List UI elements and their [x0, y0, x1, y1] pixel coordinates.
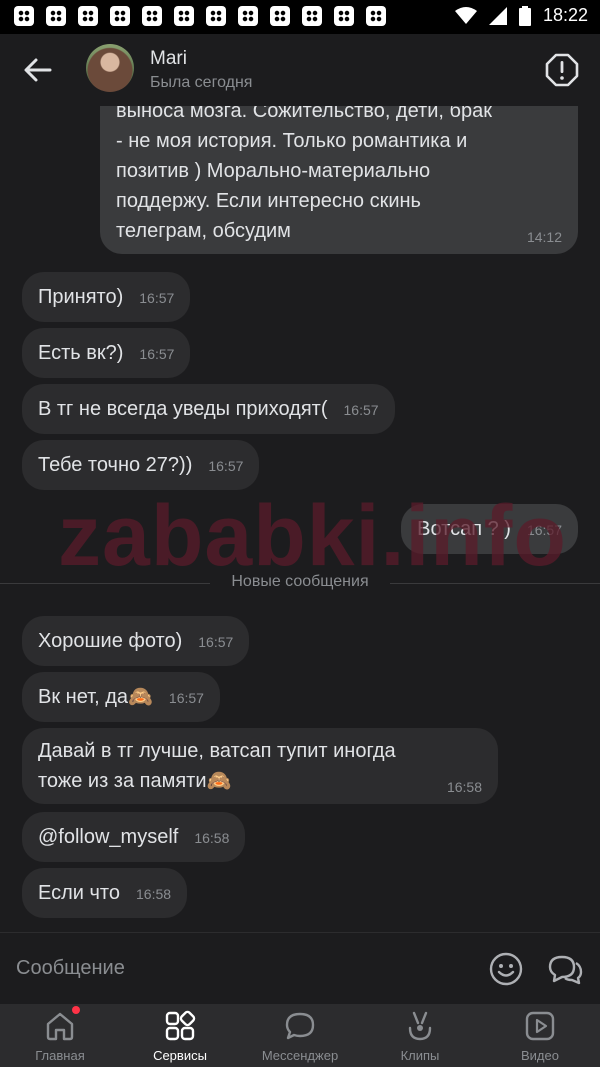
battery-icon — [518, 5, 531, 26]
notification-icon — [14, 6, 34, 26]
message-list[interactable]: выноса мозга. Сожительство, дети, брак -… — [0, 106, 600, 932]
contact-name[interactable]: Mari — [150, 48, 187, 70]
message-incoming[interactable]: В тг не всегда уведы приходят( 16:57 — [22, 384, 395, 434]
message-text: Вк нет, да🙈 — [38, 686, 153, 708]
notification-icon — [142, 6, 162, 26]
bottom-navigation: Главная Сервисы Мессенджер Клипы Видео — [0, 1004, 600, 1067]
emoji-icon[interactable] — [488, 951, 524, 987]
notification-badge — [72, 1006, 80, 1014]
message-text: @follow_myself — [38, 826, 179, 848]
clock: 18:22 — [542, 5, 588, 25]
chats-icon[interactable] — [546, 951, 584, 987]
message-outgoing[interactable]: Вотсап ? ) 16:57 — [401, 504, 578, 554]
message-time: 14:12 — [526, 229, 562, 245]
message-incoming[interactable]: Тебе точно 27?)) 16:57 — [22, 440, 260, 490]
nav-label: Сервисы — [153, 1048, 207, 1063]
contact-status: Была сегодня — [150, 74, 253, 91]
notification-icon — [334, 6, 354, 26]
wifi-icon — [454, 6, 477, 24]
nav-label: Клипы — [400, 1048, 440, 1063]
status-bar: 18:22 — [0, 0, 600, 34]
message-outgoing[interactable]: выноса мозга. Сожительство, дети, брак -… — [100, 106, 578, 254]
message-time: 16:57 — [343, 402, 379, 418]
message-time: 16:58 — [446, 779, 482, 795]
message-text-line: - не моя история. Только романтика и — [116, 130, 468, 152]
back-arrow-icon[interactable] — [22, 54, 54, 86]
notification-icon — [78, 6, 98, 26]
message-composer: Сообщение — [0, 932, 600, 1005]
nav-item-video[interactable]: Видео — [480, 1004, 600, 1067]
notification-icon — [206, 6, 226, 26]
message-text: Хорошие фото) — [38, 630, 183, 652]
clips-icon — [408, 1011, 432, 1041]
message-text: Если что — [38, 882, 120, 904]
message-text-line: позитив ) Морально-материально — [116, 160, 431, 182]
message-incoming[interactable]: Давай в тг лучше, ватсап тупит иногда то… — [22, 728, 498, 804]
message-incoming[interactable]: @follow_myself 16:58 — [22, 812, 246, 862]
nav-item-messenger[interactable]: Мессенджер — [240, 1004, 360, 1067]
message-time: 16:57 — [526, 522, 562, 538]
message-text-line: поддержу. Если интересно скинь — [116, 190, 421, 212]
message-text-line: телеграм, обсудим — [116, 220, 291, 242]
nav-label: Мессенджер — [261, 1048, 339, 1063]
nav-item-home[interactable]: Главная — [0, 1004, 120, 1067]
report-icon[interactable] — [544, 52, 580, 88]
message-time: 16:57 — [139, 346, 175, 362]
message-incoming[interactable]: Есть вк?) 16:57 — [22, 328, 191, 378]
message-text-line: тоже из за памяти🙈 — [38, 770, 232, 792]
message-incoming[interactable]: Хорошие фото) 16:57 — [22, 616, 250, 666]
message-time: 16:57 — [168, 690, 204, 706]
home-icon — [46, 1012, 74, 1041]
messenger-icon — [285, 1012, 315, 1040]
notification-icon — [46, 6, 66, 26]
notification-icon — [238, 6, 258, 26]
message-time: 16:58 — [136, 886, 172, 902]
nav-label: Видео — [521, 1048, 559, 1063]
notification-icon — [270, 6, 290, 26]
nav-item-clips[interactable]: Клипы — [360, 1004, 480, 1067]
services-icon — [165, 1010, 196, 1041]
message-text-line: Давай в тг лучше, ватсап тупит иногда — [38, 740, 396, 762]
message-time: 16:57 — [198, 634, 234, 650]
notification-icons — [14, 6, 386, 26]
message-incoming[interactable]: Вк нет, да🙈 16:57 — [22, 672, 220, 722]
divider-label: Новые сообщения — [219, 573, 381, 590]
message-input[interactable]: Сообщение — [16, 957, 125, 980]
signal-icon — [488, 6, 507, 25]
message-incoming[interactable]: Если что 16:58 — [22, 868, 188, 918]
nav-label: Главная — [35, 1048, 85, 1063]
message-time: 16:57 — [208, 458, 244, 474]
message-text: Вотсап ? ) — [417, 518, 511, 540]
notification-icon — [366, 6, 386, 26]
message-text-line: выноса мозга. Сожительство, дети, брак — [116, 106, 492, 122]
notification-icon — [110, 6, 130, 26]
message-text: Тебе точно 27?)) — [38, 454, 193, 476]
message-text: В тг не всегда уведы приходят( — [38, 398, 328, 420]
notification-icon — [174, 6, 194, 26]
message-incoming[interactable]: Принято) 16:57 — [22, 272, 191, 322]
chat-header: Mari Была сегодня — [0, 34, 600, 106]
video-icon — [525, 1011, 555, 1041]
message-text: Есть вк?) — [38, 342, 124, 364]
avatar[interactable] — [86, 44, 134, 92]
message-time: 16:58 — [194, 830, 230, 846]
message-text: Принято) — [38, 286, 124, 308]
new-messages-divider: Новые сообщения — [0, 573, 600, 593]
notification-icon — [302, 6, 322, 26]
message-time: 16:57 — [139, 290, 175, 306]
nav-item-services[interactable]: Сервисы — [120, 1004, 240, 1067]
